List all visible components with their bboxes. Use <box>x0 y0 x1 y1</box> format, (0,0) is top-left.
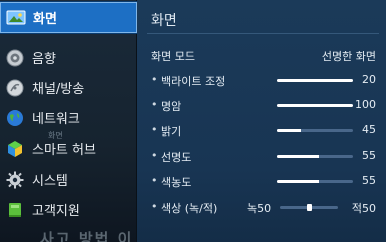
bullet-icon: • <box>151 98 158 111</box>
slider-fill <box>277 180 319 183</box>
picture-mode-row[interactable]: 화면 모드 선명한 화면 <box>137 43 386 67</box>
globe-icon <box>4 107 26 129</box>
setting-row-sharpness[interactable]: • 선명도 55 <box>137 144 386 168</box>
sidebar-item-label: 시스템 <box>32 174 68 189</box>
sidebar-item-network[interactable]: 네트워크 <box>0 102 137 133</box>
setting-value: 55 <box>362 174 376 187</box>
tint-slider[interactable] <box>280 204 338 211</box>
setting-row-tint[interactable]: • 색상 (녹/적) 녹50 적50 <box>137 195 386 219</box>
menu-sidebar: 화면 음향 채널/방송 네트워크 스마트 허브 시스템 고객지원 화면 사고 방… <box>0 0 138 242</box>
bullet-icon: • <box>151 149 158 162</box>
panel-divider <box>147 33 379 34</box>
setting-value: 55 <box>362 149 376 162</box>
setting-slider[interactable] <box>277 155 353 158</box>
support-book-icon <box>4 199 26 221</box>
setting-value: 100 <box>355 98 376 111</box>
picture-icon <box>5 7 27 29</box>
slider-fill <box>277 104 353 107</box>
picture-settings-panel: 화면 화면 모드 선명한 화면 • 백라이트 조정 20 • 명암 100 • … <box>137 0 386 242</box>
sidebar-item-label: 스마트 허브 <box>32 143 96 158</box>
setting-slider[interactable] <box>277 129 353 132</box>
smart-hub-cube-icon <box>4 138 26 160</box>
tint-green-value: 녹50 <box>247 202 272 215</box>
sidebar-item-label: 화면 <box>33 12 57 27</box>
slider-fill <box>277 155 319 158</box>
sidebar-bottom-caption: 사고 방법 이 <box>40 230 134 242</box>
bullet-icon: • <box>151 200 158 213</box>
panel-title: 화면 <box>151 13 177 29</box>
satellite-dish-icon <box>4 77 26 99</box>
sidebar-item-picture[interactable]: 화면 <box>0 1 138 34</box>
setting-value: 45 <box>362 123 376 136</box>
bullet-icon: • <box>151 174 158 187</box>
setting-label: 백라이트 조정 <box>161 75 226 88</box>
setting-slider[interactable] <box>277 104 353 107</box>
gear-icon <box>4 169 26 191</box>
setting-label: 색상 (녹/적) <box>161 202 218 215</box>
setting-row-contrast[interactable]: • 명암 100 <box>137 93 386 117</box>
sidebar-item-sound[interactable]: 음향 <box>0 42 137 73</box>
bullet-icon: • <box>151 73 158 86</box>
setting-row-backlight[interactable]: • 백라이트 조정 20 <box>137 68 386 92</box>
setting-label: 명암 <box>161 100 182 113</box>
sidebar-item-label: 채널/방송 <box>32 82 85 97</box>
speaker-icon <box>4 47 26 69</box>
bullet-icon: • <box>151 123 158 136</box>
sidebar-item-label: 고객지원 <box>32 204 80 219</box>
sidebar-item-label: 음향 <box>32 52 56 67</box>
sidebar-overlay-text: 화면 <box>48 131 63 140</box>
picture-mode-value: 선명한 화면 <box>321 50 376 63</box>
setting-row-brightness[interactable]: • 밝기 45 <box>137 118 386 142</box>
sidebar-item-support[interactable]: 고객지원 <box>0 194 137 225</box>
setting-label: 밝기 <box>161 125 182 138</box>
sidebar-item-channel[interactable]: 채널/방송 <box>0 72 137 103</box>
setting-row-color[interactable]: • 색농도 55 <box>137 169 386 193</box>
setting-slider[interactable] <box>277 79 353 82</box>
slider-fill <box>277 79 353 82</box>
tint-red-value: 적50 <box>351 202 376 215</box>
setting-label: 색농도 <box>161 176 192 189</box>
sidebar-item-smart-hub[interactable]: 스마트 허브 <box>0 133 137 164</box>
setting-slider[interactable] <box>277 180 353 183</box>
picture-mode-label: 화면 모드 <box>151 50 195 63</box>
tint-slider-knob[interactable] <box>306 204 312 211</box>
slider-fill <box>277 129 302 132</box>
sidebar-item-label: 네트워크 <box>32 112 80 127</box>
setting-label: 선명도 <box>161 151 192 164</box>
setting-value: 20 <box>362 73 376 86</box>
sidebar-item-system[interactable]: 시스템 <box>0 164 137 195</box>
